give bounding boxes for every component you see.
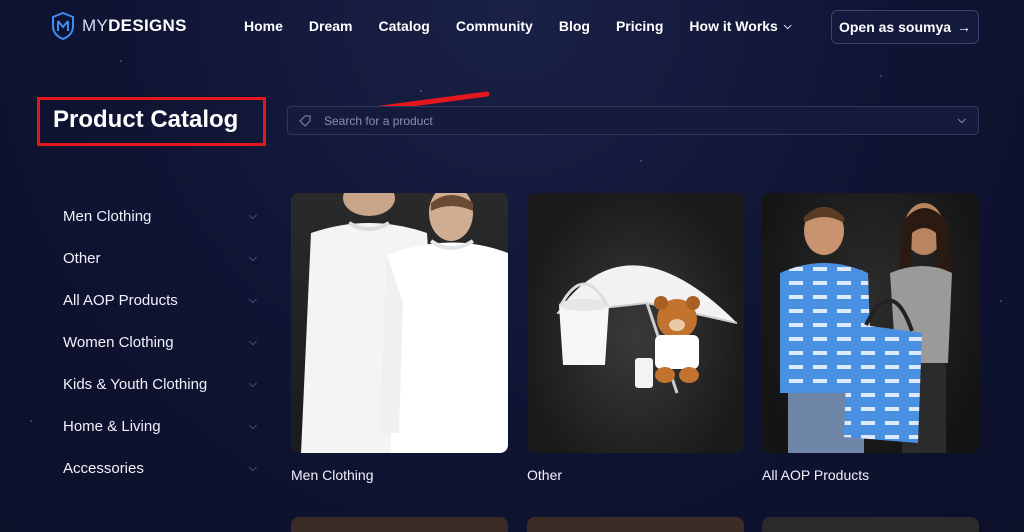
- star: [880, 75, 882, 77]
- chevron-down-icon: ⌵: [248, 335, 257, 348]
- sidebar-item-women-clothing[interactable]: Women Clothing ⌵: [63, 321, 257, 363]
- product-card-men-clothing[interactable]: Men Clothing: [291, 193, 508, 483]
- product-card-label: All AOP Products: [762, 467, 870, 483]
- shield-logo-icon: [52, 12, 74, 40]
- star: [1000, 300, 1002, 302]
- product-card-peek[interactable]: [527, 517, 744, 532]
- product-card-other[interactable]: Other: [527, 193, 744, 483]
- sidebar-item-kids-youth-clothing[interactable]: Kids & Youth Clothing ⌵: [63, 363, 257, 405]
- main-menu: Home Dream Catalog Community Blog Pricin…: [244, 18, 791, 34]
- sidebar-item-other[interactable]: Other ⌵: [63, 237, 257, 279]
- sidebar-item-all-aop-products[interactable]: All AOP Products ⌵: [63, 279, 257, 321]
- nav-blog[interactable]: Blog: [559, 18, 590, 34]
- nav-pricing[interactable]: Pricing: [616, 18, 663, 34]
- star: [30, 420, 32, 422]
- nav-how-it-works[interactable]: How it Works ⌵: [689, 18, 791, 34]
- arrow-right-icon: →: [957, 19, 972, 35]
- chevron-down-icon: ⌵: [783, 20, 792, 32]
- sidebar-item-home-living[interactable]: Home & Living ⌵: [63, 405, 257, 447]
- product-card-label: Other: [527, 467, 563, 483]
- brand-logo[interactable]: MYDESIGNS: [52, 12, 187, 40]
- nav-catalog[interactable]: Catalog: [379, 18, 430, 34]
- nav-dream[interactable]: Dream: [309, 18, 353, 34]
- chevron-down-icon: ⌵: [248, 377, 257, 390]
- top-nav: MYDESIGNS Home Dream Catalog Community B…: [0, 0, 1024, 56]
- chevron-down-icon: ⌵: [248, 209, 257, 222]
- product-card-peek[interactable]: [762, 517, 979, 532]
- product-image: [527, 193, 744, 453]
- product-card-peek[interactable]: [291, 517, 508, 532]
- product-card-all-aop-products[interactable]: All AOP Products: [762, 193, 979, 483]
- star: [640, 160, 642, 162]
- chevron-down-icon: ⌵: [248, 461, 257, 474]
- chevron-down-icon: ⌵: [248, 419, 257, 432]
- page-title: Product Catalog: [53, 106, 239, 133]
- product-search[interactable]: ⌵: [287, 106, 979, 135]
- open-as-user-button[interactable]: Open as soumya →: [831, 10, 979, 44]
- brand-name: MYDESIGNS: [82, 16, 187, 35]
- star: [120, 60, 122, 62]
- nav-community[interactable]: Community: [456, 18, 533, 34]
- chevron-down-icon: ⌵: [248, 293, 257, 306]
- chevron-down-icon: ⌵: [248, 251, 257, 264]
- product-image: [291, 193, 508, 453]
- sidebar-item-accessories[interactable]: Accessories ⌵: [63, 447, 257, 489]
- chevron-down-icon[interactable]: ⌵: [958, 114, 966, 127]
- category-sidebar: Men Clothing ⌵ Other ⌵ All AOP Products ⌵ W…: [63, 195, 257, 489]
- sidebar-item-men-clothing[interactable]: Men Clothing ⌵: [63, 195, 257, 237]
- search-input[interactable]: [324, 113, 924, 128]
- nav-home[interactable]: Home: [244, 18, 283, 34]
- product-image: [762, 193, 979, 453]
- product-card-label: Men Clothing: [291, 467, 374, 483]
- tag-icon: [299, 114, 311, 127]
